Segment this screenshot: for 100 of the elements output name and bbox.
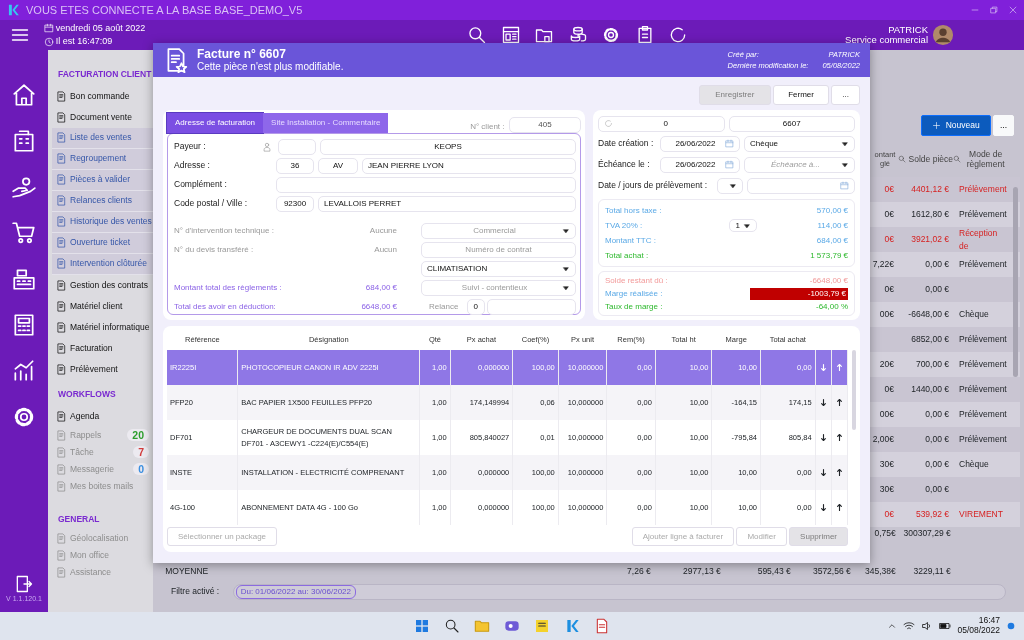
building-icon[interactable] bbox=[11, 128, 37, 154]
sidebar-item[interactable]: Document vente bbox=[52, 106, 153, 128]
dropdown[interactable]: Chèque bbox=[744, 135, 855, 152]
input-field[interactable]: 6607 bbox=[728, 115, 855, 132]
input-field[interactable]: 36 bbox=[276, 157, 314, 174]
section-title: GENERAL bbox=[57, 512, 101, 526]
document-icon bbox=[56, 153, 67, 165]
column-header[interactable]: Solde pièce bbox=[908, 153, 953, 164]
up-arrow-icon[interactable] bbox=[834, 468, 844, 478]
input-field[interactable]: 0 bbox=[598, 115, 725, 132]
sidebar-item[interactable]: Tâche 7 bbox=[52, 443, 153, 461]
date-field[interactable]: 26/06/2022 bbox=[660, 156, 740, 173]
input-field[interactable] bbox=[278, 138, 316, 155]
input-field[interactable]: JEAN PIERRE LYON bbox=[362, 157, 576, 174]
table-cell-text: 30€ bbox=[878, 457, 895, 471]
sidebar-item[interactable]: Intervention clôturée bbox=[52, 253, 153, 275]
caret-icon bbox=[562, 226, 570, 235]
house-icon[interactable] bbox=[11, 82, 37, 108]
sidebar-item[interactable]: Facturation bbox=[52, 337, 153, 359]
filter-chip[interactable]: Du: 01/06/2022 au: 30/06/2022 bbox=[235, 584, 356, 599]
down-arrow-icon[interactable] bbox=[818, 503, 828, 513]
table-cell-text: 4401,12 € bbox=[910, 182, 950, 196]
restore-icon[interactable] bbox=[989, 5, 999, 15]
up-arrow-icon[interactable] bbox=[834, 433, 844, 443]
input-field[interactable]: AV bbox=[318, 157, 358, 174]
invoice-subtitle: Cette pièce n'est plus modifiable. bbox=[197, 61, 344, 74]
sidebar-item[interactable]: Ouverture ticket bbox=[52, 232, 153, 254]
layout-icon[interactable] bbox=[500, 25, 521, 45]
input-field[interactable] bbox=[276, 176, 576, 193]
total-cell-text: 300307,29 € bbox=[902, 527, 952, 541]
action-button[interactable]: ... bbox=[831, 85, 860, 105]
more-button[interactable]: ... bbox=[992, 115, 1014, 136]
input-field[interactable]: LEVALLOIS PERRET bbox=[318, 195, 576, 212]
up-arrow-icon[interactable] bbox=[834, 398, 844, 408]
calculator-icon[interactable] bbox=[11, 312, 37, 338]
caret-icon bbox=[729, 181, 737, 190]
input-field[interactable]: 0 bbox=[466, 298, 485, 315]
input-field[interactable] bbox=[486, 298, 576, 315]
search-icon[interactable] bbox=[444, 618, 460, 634]
clock-date: 05/08/2022 bbox=[957, 626, 1000, 636]
notification-icon[interactable] bbox=[1006, 621, 1016, 631]
table-cell-text: 0,00 € bbox=[924, 407, 950, 421]
dropdown[interactable]: CLIMATISATION bbox=[421, 260, 576, 277]
field-label: N° du devis transféré : bbox=[174, 243, 255, 256]
avatar[interactable] bbox=[932, 24, 954, 46]
sidebar-item[interactable]: Historique des ventes bbox=[52, 211, 153, 233]
note-icon[interactable] bbox=[534, 618, 550, 634]
down-arrow-icon[interactable] bbox=[818, 398, 828, 408]
sidebar-item[interactable]: Relances clients bbox=[52, 190, 153, 212]
input-field[interactable]: KEOPS bbox=[320, 138, 576, 155]
video-call-icon[interactable] bbox=[504, 618, 520, 634]
sidebar-item[interactable]: Liste des ventes bbox=[52, 127, 153, 149]
sidebar-item[interactable]: Gestion des contrats bbox=[52, 274, 153, 296]
new-button[interactable]: Nouveau bbox=[921, 115, 991, 136]
search-icon[interactable] bbox=[467, 25, 488, 45]
total-value: 570,00 € bbox=[816, 204, 848, 217]
column-header[interactable]: Mode de règlement bbox=[963, 148, 1008, 169]
average-label: MOYENNE bbox=[164, 565, 210, 579]
sidebar-item[interactable]: Regroupement bbox=[52, 148, 153, 170]
action-button[interactable]: Fermer bbox=[773, 85, 830, 105]
exit-icon[interactable] bbox=[14, 573, 34, 594]
sidebar-item[interactable]: Bon commande bbox=[52, 85, 153, 107]
clock-icon bbox=[43, 36, 54, 47]
document-icon bbox=[56, 216, 67, 228]
sidebar-item[interactable]: Prélèvement bbox=[52, 358, 153, 380]
date-field[interactable] bbox=[747, 177, 855, 194]
down-arrow-icon[interactable] bbox=[818, 433, 828, 443]
document-icon[interactable] bbox=[594, 618, 610, 634]
average-cell-text: 595,43 € bbox=[756, 565, 792, 579]
sidebar-item[interactable]: Pièces à valider bbox=[52, 169, 153, 191]
close-icon[interactable] bbox=[1008, 5, 1018, 15]
up-arrow-icon[interactable] bbox=[834, 503, 844, 513]
cart-icon[interactable] bbox=[11, 220, 37, 246]
caret-icon bbox=[562, 264, 570, 273]
field-label: Montant total des règlements : bbox=[174, 281, 283, 294]
table-cell-text: 0,00 € bbox=[924, 282, 950, 296]
battery-icon[interactable] bbox=[939, 620, 952, 632]
wifi-icon[interactable] bbox=[903, 620, 916, 632]
dropdown[interactable] bbox=[717, 177, 743, 194]
table-cell-text: 0€ bbox=[883, 233, 895, 246]
sidebar-item[interactable]: Matériel client bbox=[52, 295, 153, 317]
windows-logo-icon[interactable] bbox=[414, 618, 430, 634]
tab[interactable]: Adresse de facturation bbox=[167, 113, 264, 133]
app-logo-icon[interactable] bbox=[564, 618, 580, 634]
sidebar-item[interactable]: Matériel informatique bbox=[52, 316, 153, 338]
dropdown[interactable]: 1 bbox=[729, 219, 758, 232]
scrollbar[interactable] bbox=[852, 350, 856, 430]
table-cell-text: Prélèvement bbox=[958, 432, 1008, 446]
field-label: Date création : bbox=[598, 137, 655, 150]
client-number-field[interactable]: 405 bbox=[509, 117, 581, 133]
field-label: Adresse : bbox=[174, 159, 211, 172]
table-cell-text: Prélèvement bbox=[958, 182, 1008, 196]
sidebar-item[interactable]: Agenda bbox=[52, 405, 153, 427]
down-arrow-icon[interactable] bbox=[818, 468, 828, 478]
clock-time: 16:47 bbox=[977, 616, 1000, 626]
cash-register-icon[interactable] bbox=[11, 266, 37, 292]
chevron-up-icon[interactable] bbox=[887, 621, 898, 631]
input-field[interactable]: 92300 bbox=[276, 195, 314, 212]
date-field[interactable]: 26/06/2022 bbox=[660, 135, 740, 152]
scrollbar[interactable] bbox=[1013, 186, 1018, 377]
